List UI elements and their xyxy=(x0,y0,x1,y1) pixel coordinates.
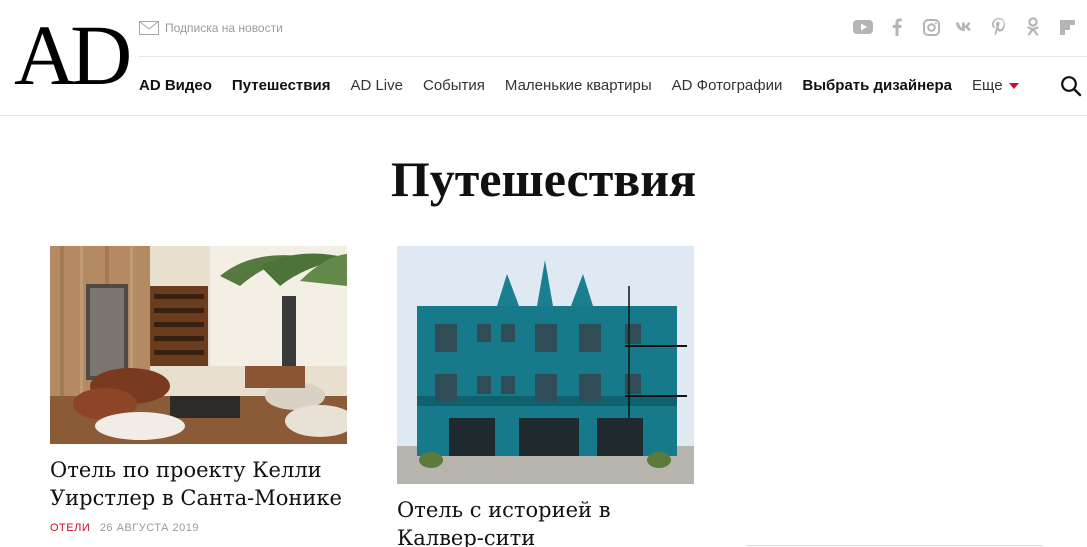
article-title[interactable]: Отель с историей в Калвер-сити xyxy=(397,496,694,547)
header-divider xyxy=(139,56,1087,57)
article-image-hotel-interior[interactable] xyxy=(50,246,347,444)
youtube-icon[interactable] xyxy=(853,16,873,38)
pinterest-icon[interactable] xyxy=(989,16,1009,38)
search-button[interactable] xyxy=(1060,75,1082,97)
article-meta: ОТЕЛИ 26 АВГУСТА 2019 xyxy=(50,522,347,534)
nav-item-ad-video[interactable]: AD Видео xyxy=(139,77,212,94)
nav-item-choose-designer[interactable]: Выбрать дизайнера xyxy=(802,77,952,94)
social-links xyxy=(853,16,1077,38)
sidebar-divider xyxy=(746,545,1042,546)
vk-icon[interactable] xyxy=(955,16,975,38)
nav-item-events[interactable]: События xyxy=(423,77,485,94)
article-card[interactable]: Отель по проекту Келли Уирстлер в Санта-… xyxy=(50,246,347,534)
newsletter-subscribe-label: Подписка на новости xyxy=(165,21,283,35)
search-icon xyxy=(1061,76,1082,97)
article-title[interactable]: Отель по проекту Келли Уирстлер в Санта-… xyxy=(50,456,347,512)
article-date: 26 АВГУСТА 2019 xyxy=(99,522,200,534)
article-card[interactable]: Отель с историей в Калвер-сити xyxy=(397,246,694,547)
article-category[interactable]: ОТЕЛИ xyxy=(50,522,90,534)
nav-item-ad-live[interactable]: AD Live xyxy=(350,77,403,94)
site-logo[interactable]: AD xyxy=(14,12,132,98)
nav-item-travel[interactable]: Путешествия xyxy=(232,77,331,94)
article-image-hotel-facade[interactable] xyxy=(397,246,694,484)
caret-down-icon xyxy=(1008,83,1019,89)
nav-item-small-apartments[interactable]: Маленькие квартиры xyxy=(505,77,652,94)
nav-more-label: Еще xyxy=(972,76,1003,94)
newsletter-subscribe-link[interactable]: Подписка на новости xyxy=(139,20,283,36)
site-header: AD Подписка на новости AD Видео Путешест… xyxy=(0,0,1087,116)
flipboard-icon[interactable] xyxy=(1057,16,1077,38)
nav-item-ad-photos[interactable]: AD Фотографии xyxy=(672,77,783,94)
page-title: Путешествия xyxy=(390,151,697,207)
main-navigation: AD Видео Путешествия AD Live События Мал… xyxy=(139,74,1019,96)
envelope-icon xyxy=(139,21,159,35)
nav-more-dropdown[interactable]: Еще xyxy=(972,77,1019,94)
instagram-icon[interactable] xyxy=(921,16,941,38)
facebook-icon[interactable] xyxy=(887,16,907,38)
odnoklassniki-icon[interactable] xyxy=(1023,16,1043,38)
